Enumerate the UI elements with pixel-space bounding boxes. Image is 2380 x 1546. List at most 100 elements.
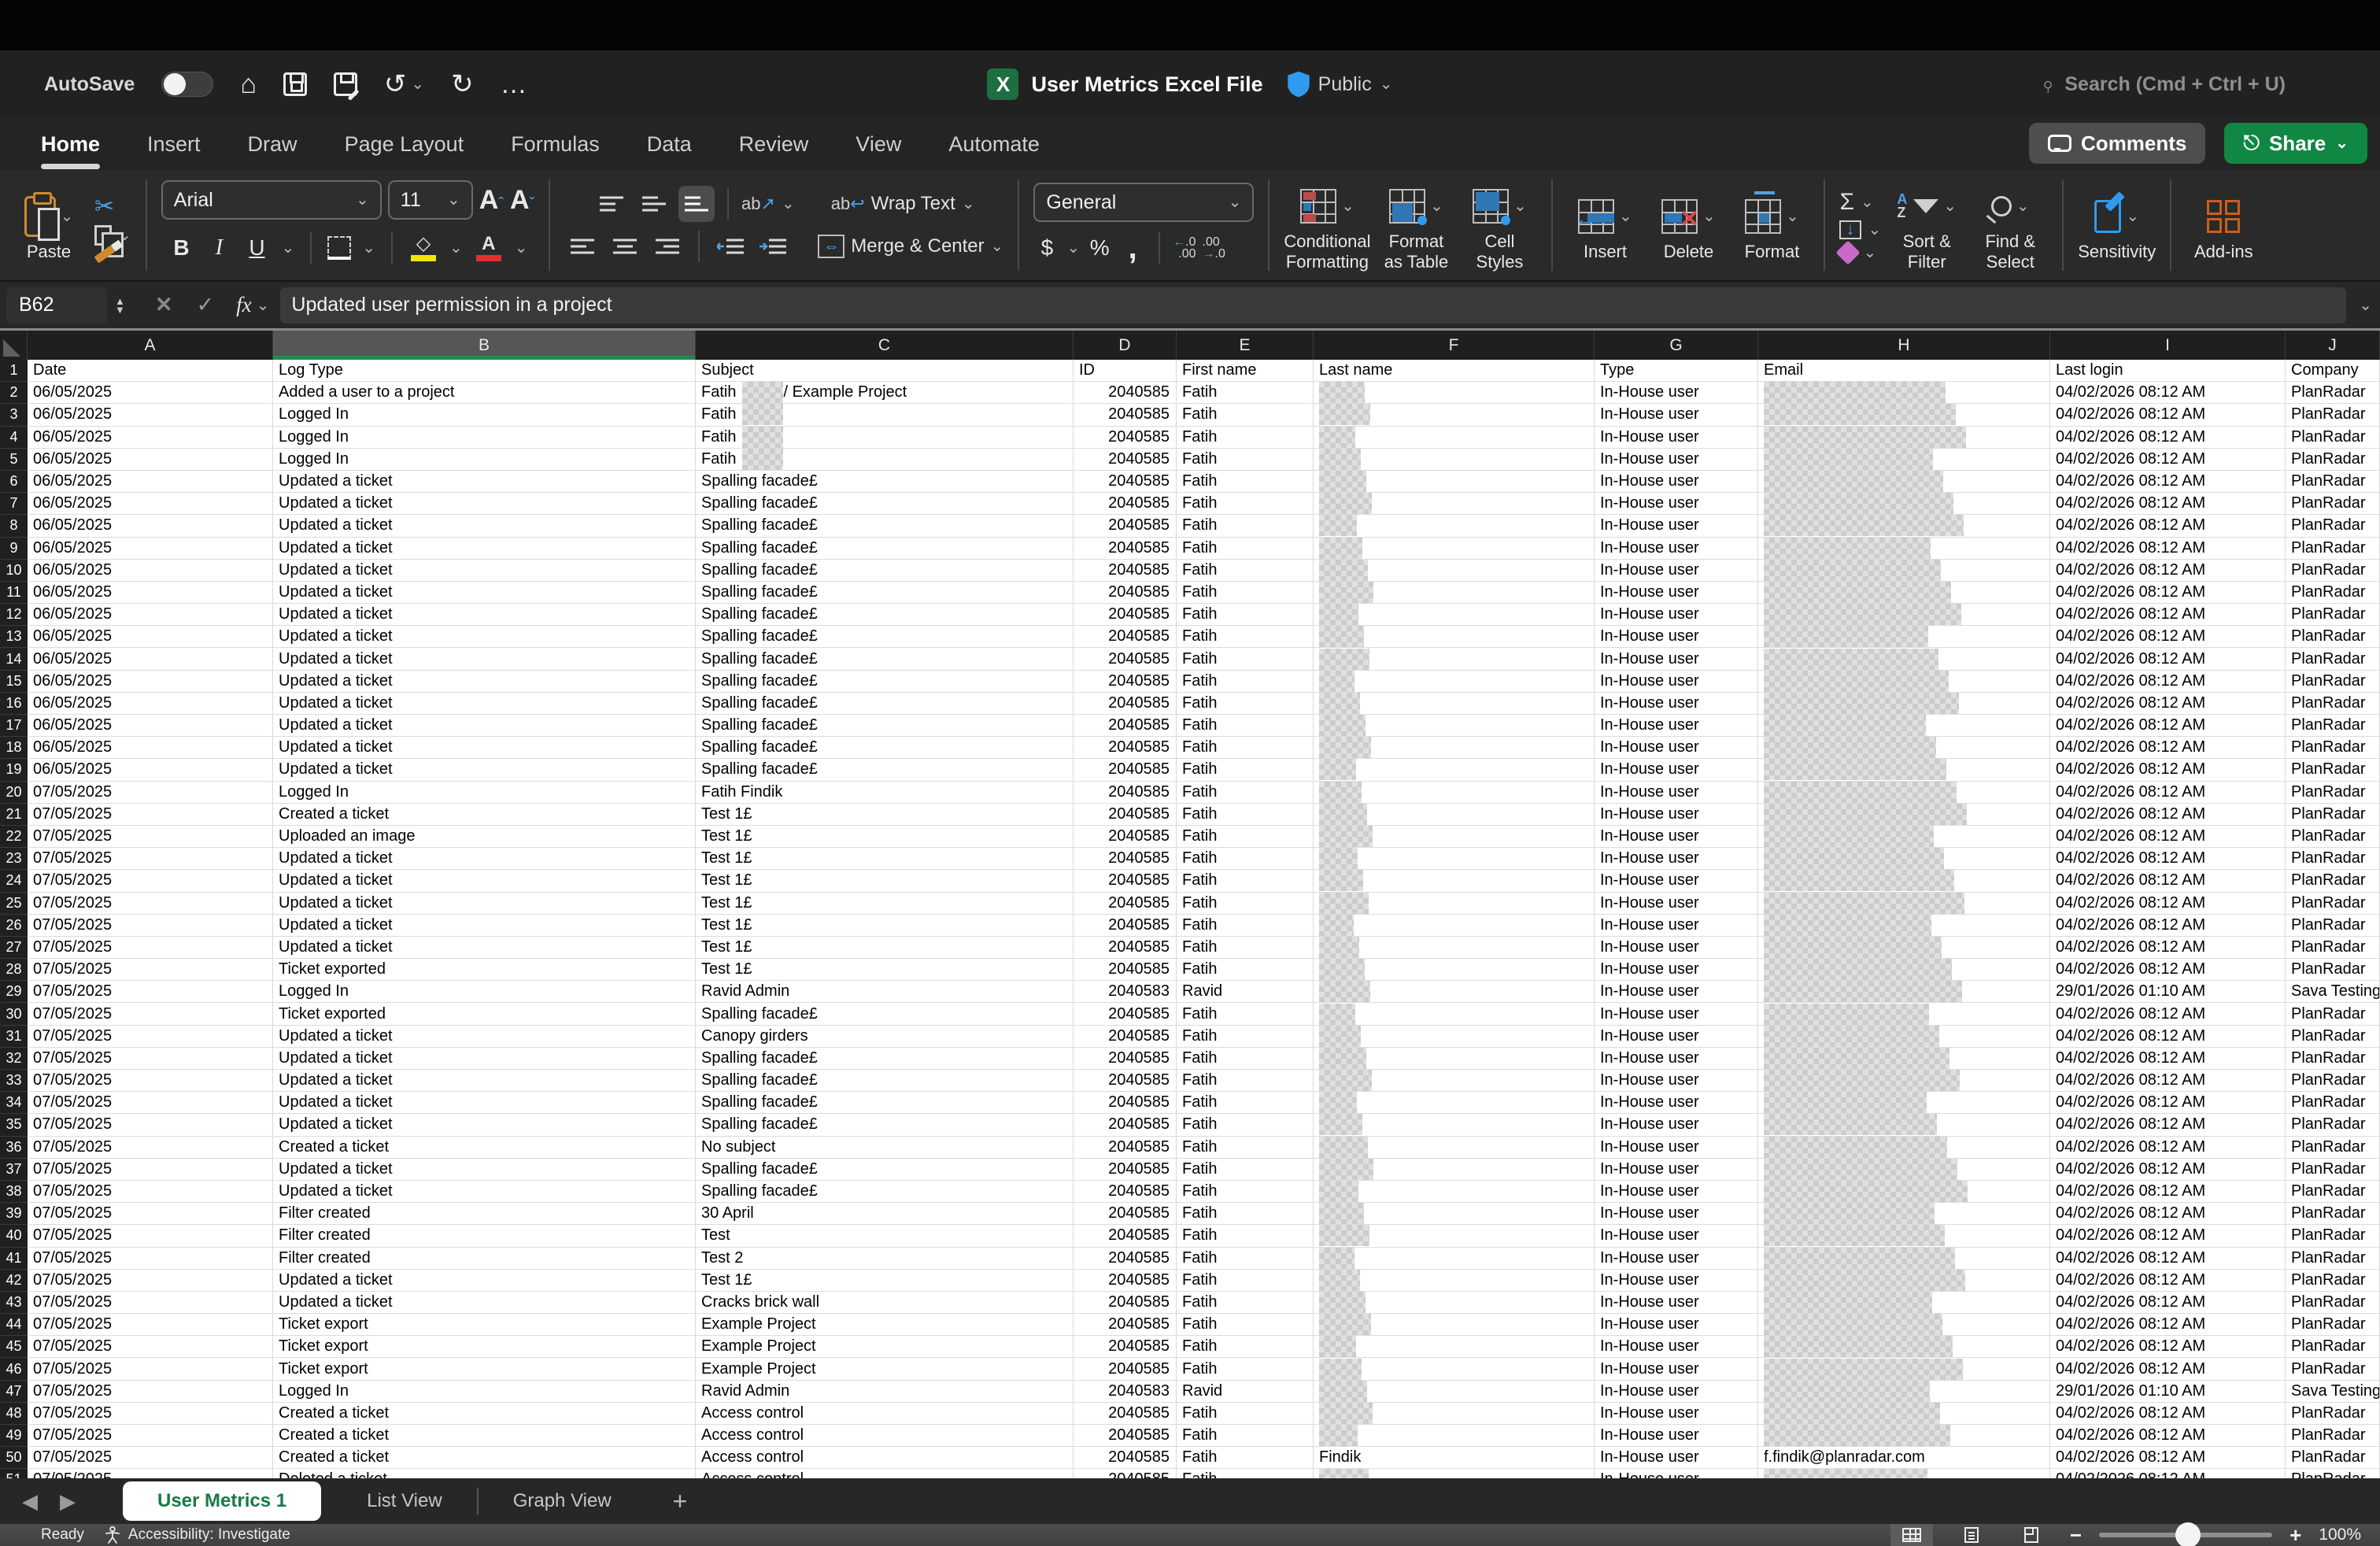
row-header-15[interactable]: 15 [0,671,28,693]
row-header-48[interactable]: 48 [0,1403,28,1425]
font-name-select[interactable]: Arial⌄ [161,180,382,220]
cell[interactable]: In-House user [1595,671,1758,693]
cell[interactable] [1758,715,2050,737]
cell[interactable]: 07/05/2025 [28,1469,273,1478]
cell[interactable]: 2040585 [1074,937,1177,959]
decrease-indent-button[interactable] [712,228,748,264]
cell[interactable]: Access control [696,1447,1074,1469]
cell[interactable]: Spalling facade£ [696,1092,1074,1114]
row-header-11[interactable]: 11 [0,582,28,604]
cell[interactable]: 04/02/2026 08:12 AM [2050,915,2286,937]
row-header-7[interactable]: 7 [0,493,28,515]
cell[interactable] [1314,515,1595,537]
cell[interactable]: PlanRadar [2286,715,2380,737]
font-color-chevron-icon[interactable]: ⌄ [515,240,528,256]
cell[interactable] [1314,382,1595,404]
column-header-D[interactable]: D [1074,331,1177,360]
insert-function-icon[interactable]: fx [236,293,252,317]
cell[interactable]: Logged In [273,782,696,804]
cell[interactable] [1758,382,2050,404]
cell[interactable]: PlanRadar [2286,1336,2380,1358]
cell[interactable] [1758,582,2050,604]
cell[interactable]: 06/05/2025 [28,471,273,493]
cell[interactable]: 07/05/2025 [28,1314,273,1336]
cell[interactable] [1758,1225,2050,1247]
cell[interactable] [1758,782,2050,804]
cell[interactable]: 2040585 [1074,1159,1177,1181]
zoom-in-button[interactable]: + [2289,1523,2301,1546]
cell[interactable]: In-House user [1595,693,1758,715]
cell[interactable]: 2040585 [1074,671,1177,693]
cell[interactable]: 06/05/2025 [28,560,273,582]
cell[interactable]: ID [1074,360,1177,382]
cell[interactable] [1314,449,1595,471]
cell[interactable]: Test 1£ [696,804,1074,826]
row-header-27[interactable]: 27 [0,937,28,959]
cell[interactable]: 2040585 [1074,1270,1177,1292]
cell[interactable]: PlanRadar [2286,915,2380,937]
cell[interactable]: Spalling facade£ [696,715,1074,737]
cell[interactable]: Log Type [273,360,696,382]
cell[interactable]: 07/05/2025 [28,937,273,959]
cell[interactable]: 2040585 [1074,693,1177,715]
cell[interactable]: Test 1£ [696,1270,1074,1292]
cell[interactable] [1314,782,1595,804]
cell[interactable] [1314,759,1595,781]
cell[interactable]: Type [1595,360,1758,382]
cell[interactable]: 04/02/2026 08:12 AM [2050,1336,2286,1358]
cell[interactable] [1758,1203,2050,1225]
cell[interactable]: 07/05/2025 [28,893,273,915]
cell[interactable]: Updated a ticket [273,1114,696,1136]
cell[interactable]: 2040585 [1074,493,1177,515]
cell[interactable]: In-House user [1595,826,1758,848]
row-header-21[interactable]: 21 [0,804,28,826]
cell[interactable]: 06/05/2025 [28,648,273,670]
cell[interactable]: Test 1£ [696,893,1074,915]
cell[interactable] [1758,1137,2050,1159]
cell[interactable] [1314,870,1595,892]
cell[interactable] [1758,404,2050,426]
cell[interactable]: 04/02/2026 08:12 AM [2050,759,2286,781]
cell[interactable]: Fatih [1177,804,1314,826]
cell[interactable]: Spalling facade£ [696,1114,1074,1136]
cell[interactable]: In-House user [1595,1292,1758,1314]
cell[interactable]: Ravid Admin [696,981,1074,1003]
cell[interactable]: 2040585 [1074,1425,1177,1447]
cell[interactable]: 04/02/2026 08:12 AM [2050,648,2286,670]
fill-chevron-icon[interactable]: ⌄ [1868,222,1881,238]
cell[interactable]: 07/05/2025 [28,1048,273,1070]
cell[interactable]: 2040585 [1074,915,1177,937]
cell[interactable] [1314,1381,1595,1403]
cell[interactable]: 29/01/2026 01:10 AM [2050,981,2286,1003]
cell[interactable]: 04/02/2026 08:12 AM [2050,1248,2286,1270]
row-header-34[interactable]: 34 [0,1092,28,1114]
cell[interactable]: 04/02/2026 08:12 AM [2050,1137,2286,1159]
save-icon[interactable] [283,72,307,96]
decrease-decimal-button[interactable]: .00→.0 [1203,236,1225,260]
cell[interactable]: In-House user [1595,1403,1758,1425]
sheet-nav-left-icon[interactable]: ◀ [22,1489,38,1514]
cell[interactable]: In-House user [1595,1358,1758,1380]
cell[interactable]: Spalling facade£ [696,1003,1074,1025]
row-header-14[interactable]: 14 [0,648,28,670]
cell-styles-button[interactable]: ⌄ CellStyles [1462,178,1537,272]
cell[interactable]: Fatih [1177,1137,1314,1159]
ribbon-tab-formulas[interactable]: Formulas [490,124,620,165]
cell[interactable] [1758,604,2050,626]
cell[interactable] [1314,1358,1595,1380]
merge-center-chevron-icon[interactable]: ⌄ [991,239,1004,254]
cell[interactable]: In-House user [1595,582,1758,604]
cell[interactable]: PlanRadar [2286,1137,2380,1159]
cell[interactable]: 2040585 [1074,759,1177,781]
cell[interactable]: In-House user [1595,1336,1758,1358]
cell[interactable]: Fatih [1177,471,1314,493]
cell[interactable]: Spalling facade£ [696,471,1074,493]
cell[interactable]: 04/02/2026 08:12 AM [2050,826,2286,848]
cell[interactable] [1314,493,1595,515]
copy-icon[interactable] [94,225,112,246]
cell[interactable]: Fatih [1177,582,1314,604]
cell[interactable]: 2040585 [1074,1292,1177,1314]
cell[interactable]: Updated a ticket [273,515,696,537]
cell[interactable]: In-House user [1595,1048,1758,1070]
cell[interactable]: 2040585 [1074,404,1177,426]
